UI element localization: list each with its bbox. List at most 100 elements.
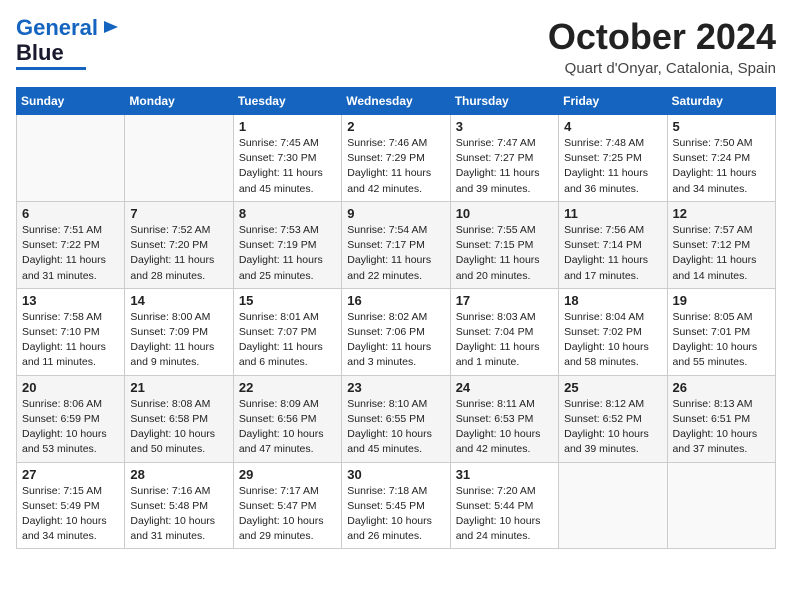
cell-info: Sunrise: 7:16 AM Sunset: 5:48 PM Dayligh… bbox=[130, 484, 227, 545]
col-header-sunday: Sunday bbox=[17, 88, 125, 115]
calendar-cell: 4Sunrise: 7:48 AM Sunset: 7:25 PM Daylig… bbox=[559, 115, 667, 202]
calendar-table: SundayMondayTuesdayWednesdayThursdayFrid… bbox=[16, 87, 776, 549]
cell-info: Sunrise: 7:53 AM Sunset: 7:19 PM Dayligh… bbox=[239, 223, 336, 284]
day-number: 3 bbox=[456, 119, 553, 134]
cell-info: Sunrise: 7:57 AM Sunset: 7:12 PM Dayligh… bbox=[673, 223, 770, 284]
cell-info: Sunrise: 8:08 AM Sunset: 6:58 PM Dayligh… bbox=[130, 397, 227, 458]
cell-info: Sunrise: 7:48 AM Sunset: 7:25 PM Dayligh… bbox=[564, 136, 661, 197]
day-number: 15 bbox=[239, 293, 336, 308]
day-number: 24 bbox=[456, 380, 553, 395]
calendar-cell: 14Sunrise: 8:00 AM Sunset: 7:09 PM Dayli… bbox=[125, 288, 233, 375]
day-number: 27 bbox=[22, 467, 119, 482]
col-header-wednesday: Wednesday bbox=[342, 88, 450, 115]
calendar-week-4: 20 Sunrise: 8:06 AM Sunset: 6:59 PM Dayli… bbox=[17, 375, 776, 462]
logo: General Blue bbox=[16, 16, 120, 70]
cell-info: Sunrise: 8:02 AM Sunset: 7:06 PM Dayligh… bbox=[347, 310, 444, 371]
calendar-cell: 24 Sunrise: 8:11 AM Sunset: 6:53 PM Dayli… bbox=[450, 375, 558, 462]
calendar-cell: 1 Sunrise: 7:45 AM Sunset: 7:30 PM Daylig… bbox=[233, 115, 341, 202]
calendar-cell: 22 Sunrise: 8:09 AM Sunset: 6:56 PM Dayli… bbox=[233, 375, 341, 462]
calendar-cell: 26Sunrise: 8:13 AM Sunset: 6:51 PM Dayli… bbox=[667, 375, 775, 462]
day-number: 30 bbox=[347, 467, 444, 482]
logo-underline bbox=[16, 67, 86, 70]
day-number: 11 bbox=[564, 206, 661, 221]
calendar-cell: 5Sunrise: 7:50 AM Sunset: 7:24 PM Daylig… bbox=[667, 115, 775, 202]
location-text: Quart d'Onyar, Catalonia, Spain bbox=[548, 60, 776, 77]
calendar-cell bbox=[125, 115, 233, 202]
day-number: 2 bbox=[347, 119, 444, 134]
day-number: 6 bbox=[22, 206, 119, 221]
day-number: 5 bbox=[673, 119, 770, 134]
calendar-week-3: 13 Sunrise: 7:58 AM Sunset: 7:10 PM Dayli… bbox=[17, 288, 776, 375]
cell-info: Sunrise: 8:12 AM Sunset: 6:52 PM Dayligh… bbox=[564, 397, 661, 458]
cell-info: Sunrise: 7:17 AM Sunset: 5:47 PM Dayligh… bbox=[239, 484, 336, 545]
cell-info: Sunrise: 8:09 AM Sunset: 6:56 PM Dayligh… bbox=[239, 397, 336, 458]
calendar-cell: 29 Sunrise: 7:17 AM Sunset: 5:47 PM Dayli… bbox=[233, 462, 341, 549]
col-header-tuesday: Tuesday bbox=[233, 88, 341, 115]
calendar-cell: 17 Sunrise: 8:03 AM Sunset: 7:04 PM Dayli… bbox=[450, 288, 558, 375]
day-number: 7 bbox=[130, 206, 227, 221]
cell-info: Sunrise: 7:46 AM Sunset: 7:29 PM Dayligh… bbox=[347, 136, 444, 197]
day-number: 12 bbox=[673, 206, 770, 221]
calendar-cell: 7 Sunrise: 7:52 AM Sunset: 7:20 PM Daylig… bbox=[125, 201, 233, 288]
cell-info: Sunrise: 8:11 AM Sunset: 6:53 PM Dayligh… bbox=[456, 397, 553, 458]
day-number: 23 bbox=[347, 380, 444, 395]
cell-info: Sunrise: 7:54 AM Sunset: 7:17 PM Dayligh… bbox=[347, 223, 444, 284]
cell-info: Sunrise: 8:01 AM Sunset: 7:07 PM Dayligh… bbox=[239, 310, 336, 371]
calendar-week-2: 6 Sunrise: 7:51 AM Sunset: 7:22 PM Daylig… bbox=[17, 201, 776, 288]
logo-text: General bbox=[16, 16, 98, 40]
calendar-header-row: SundayMondayTuesdayWednesdayThursdayFrid… bbox=[17, 88, 776, 115]
col-header-saturday: Saturday bbox=[667, 88, 775, 115]
cell-info: Sunrise: 7:55 AM Sunset: 7:15 PM Dayligh… bbox=[456, 223, 553, 284]
cell-info: Sunrise: 7:52 AM Sunset: 7:20 PM Dayligh… bbox=[130, 223, 227, 284]
cell-info: Sunrise: 8:04 AM Sunset: 7:02 PM Dayligh… bbox=[564, 310, 661, 371]
day-number: 26 bbox=[673, 380, 770, 395]
cell-info: Sunrise: 7:15 AM Sunset: 5:49 PM Dayligh… bbox=[22, 484, 119, 545]
day-number: 10 bbox=[456, 206, 553, 221]
calendar-cell: 12 Sunrise: 7:57 AM Sunset: 7:12 PM Dayli… bbox=[667, 201, 775, 288]
calendar-cell: 19 Sunrise: 8:05 AM Sunset: 7:01 PM Dayli… bbox=[667, 288, 775, 375]
logo-arrow-icon bbox=[102, 18, 120, 36]
day-number: 19 bbox=[673, 293, 770, 308]
col-header-monday: Monday bbox=[125, 88, 233, 115]
cell-info: Sunrise: 7:45 AM Sunset: 7:30 PM Dayligh… bbox=[239, 136, 336, 197]
cell-info: Sunrise: 7:56 AM Sunset: 7:14 PM Dayligh… bbox=[564, 223, 661, 284]
day-number: 17 bbox=[456, 293, 553, 308]
calendar-cell: 20 Sunrise: 8:06 AM Sunset: 6:59 PM Dayli… bbox=[17, 375, 125, 462]
day-number: 14 bbox=[130, 293, 227, 308]
cell-info: Sunrise: 7:58 AM Sunset: 7:10 PM Dayligh… bbox=[22, 310, 119, 371]
day-number: 13 bbox=[22, 293, 119, 308]
logo-text2: Blue bbox=[16, 41, 64, 65]
calendar-cell: 9 Sunrise: 7:54 AM Sunset: 7:17 PM Daylig… bbox=[342, 201, 450, 288]
cell-info: Sunrise: 8:05 AM Sunset: 7:01 PM Dayligh… bbox=[673, 310, 770, 371]
day-number: 20 bbox=[22, 380, 119, 395]
calendar-cell: 15 Sunrise: 8:01 AM Sunset: 7:07 PM Dayli… bbox=[233, 288, 341, 375]
day-number: 18 bbox=[564, 293, 661, 308]
cell-info: Sunrise: 8:10 AM Sunset: 6:55 PM Dayligh… bbox=[347, 397, 444, 458]
calendar-cell bbox=[559, 462, 667, 549]
cell-info: Sunrise: 8:03 AM Sunset: 7:04 PM Dayligh… bbox=[456, 310, 553, 371]
day-number: 31 bbox=[456, 467, 553, 482]
calendar-cell: 16 Sunrise: 8:02 AM Sunset: 7:06 PM Dayli… bbox=[342, 288, 450, 375]
day-number: 29 bbox=[239, 467, 336, 482]
calendar-cell: 10 Sunrise: 7:55 AM Sunset: 7:15 PM Dayli… bbox=[450, 201, 558, 288]
day-number: 9 bbox=[347, 206, 444, 221]
calendar-cell: 13 Sunrise: 7:58 AM Sunset: 7:10 PM Dayli… bbox=[17, 288, 125, 375]
cell-info: Sunrise: 7:51 AM Sunset: 7:22 PM Dayligh… bbox=[22, 223, 119, 284]
col-header-friday: Friday bbox=[559, 88, 667, 115]
col-header-thursday: Thursday bbox=[450, 88, 558, 115]
calendar-cell: 6 Sunrise: 7:51 AM Sunset: 7:22 PM Daylig… bbox=[17, 201, 125, 288]
day-number: 8 bbox=[239, 206, 336, 221]
day-number: 22 bbox=[239, 380, 336, 395]
cell-info: Sunrise: 7:47 AM Sunset: 7:27 PM Dayligh… bbox=[456, 136, 553, 197]
day-number: 21 bbox=[130, 380, 227, 395]
calendar-cell: 21 Sunrise: 8:08 AM Sunset: 6:58 PM Dayli… bbox=[125, 375, 233, 462]
calendar-cell: 23 Sunrise: 8:10 AM Sunset: 6:55 PM Dayli… bbox=[342, 375, 450, 462]
title-section: October 2024 Quart d'Onyar, Catalonia, S… bbox=[548, 16, 776, 77]
cell-info: Sunrise: 8:06 AM Sunset: 6:59 PM Dayligh… bbox=[22, 397, 119, 458]
month-title: October 2024 bbox=[548, 16, 776, 58]
day-number: 1 bbox=[239, 119, 336, 134]
day-number: 16 bbox=[347, 293, 444, 308]
calendar-cell: 11 Sunrise: 7:56 AM Sunset: 7:14 PM Dayli… bbox=[559, 201, 667, 288]
day-number: 28 bbox=[130, 467, 227, 482]
calendar-cell: 27 Sunrise: 7:15 AM Sunset: 5:49 PM Dayli… bbox=[17, 462, 125, 549]
